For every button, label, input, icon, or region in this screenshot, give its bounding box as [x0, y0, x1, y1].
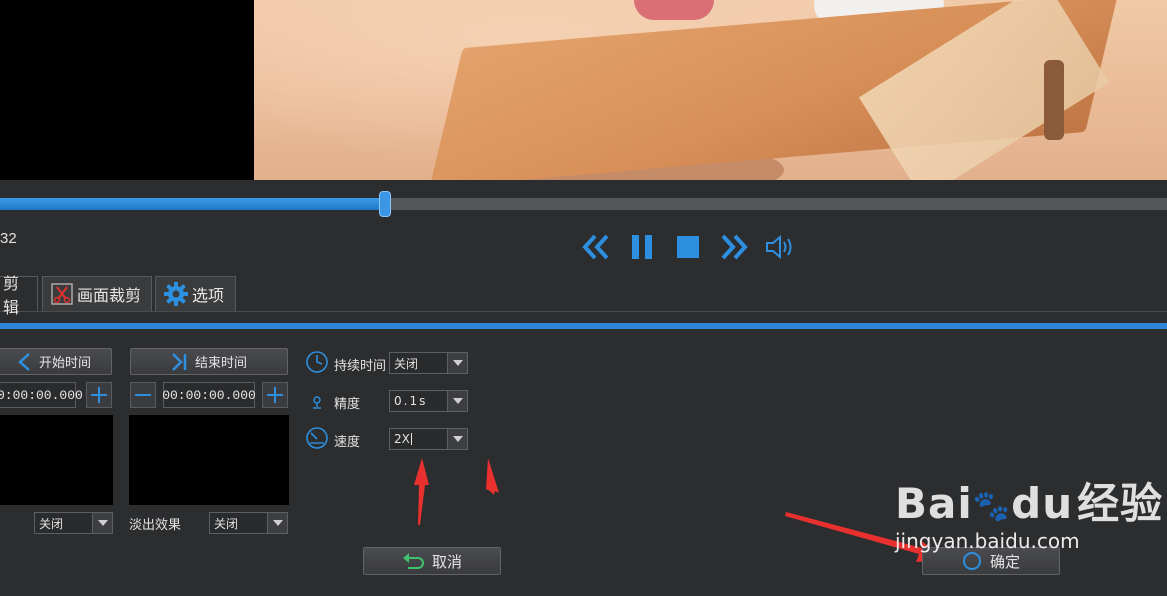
volume-button[interactable]: [764, 230, 796, 264]
cancel-button[interactable]: 取消: [363, 547, 501, 575]
tab-crop-label: 画面裁剪: [77, 286, 142, 305]
rewind-button[interactable]: [580, 230, 612, 264]
speed-value: 2X: [394, 432, 410, 446]
stop-icon: [677, 236, 699, 258]
check-icon: [962, 552, 981, 570]
speedometer-icon: [306, 427, 328, 449]
watermark-logo: Bai🐾du经验: [895, 479, 1164, 528]
start-time-increment-button[interactable]: [86, 382, 112, 408]
start-frame-preview: [0, 415, 113, 505]
duration-select[interactable]: 关闭: [389, 352, 468, 374]
fast-forward-button[interactable]: [718, 230, 750, 264]
chevron-down-icon: [447, 353, 467, 373]
fade-in-value: 关闭: [39, 516, 64, 531]
chevron-down-icon: [267, 513, 287, 533]
duration-value: 关闭: [394, 356, 419, 371]
end-time-increment-button[interactable]: [262, 382, 288, 408]
precision-value: 0.1s: [394, 394, 428, 408]
rewind-icon: [582, 234, 609, 260]
fade-out-label: 淡出效果: [129, 518, 182, 533]
fade-out-value: 关闭: [214, 516, 239, 531]
cancel-button-label: 取消: [431, 552, 462, 571]
current-time: 32: [0, 230, 17, 247]
end-time-button-label: 结束时间: [194, 356, 247, 371]
playback-controls: [580, 230, 796, 264]
annotation-arrows: [414, 458, 499, 525]
tab-trim-label: 剪辑: [3, 274, 20, 317]
chevron-left-icon: [18, 352, 30, 371]
chevron-down-icon: [92, 513, 112, 533]
duration-label: 持续时间: [334, 359, 387, 374]
end-time-field[interactable]: 00:00:00.000: [162, 382, 256, 408]
minus-icon: [135, 394, 151, 396]
gear-icon: [164, 282, 188, 306]
tab-crop[interactable]: 画面裁剪: [42, 276, 152, 311]
baidu-watermark: Bai🐾du经验 jingyan.baidu.com: [895, 470, 1163, 553]
tab-bar: 剪辑 画面裁剪 选项: [0, 274, 1167, 317]
text-cursor: [410, 433, 412, 445]
pause-icon: [632, 235, 652, 259]
tab-options-label: 选项: [192, 286, 225, 305]
video-preview: [254, 0, 1167, 180]
skip-end-icon: [172, 352, 187, 371]
seek-handle[interactable]: [379, 191, 391, 217]
video-editor-window: 32 剪辑 画面裁剪 选项 开始时间 0:00:00.000 关闭 结束时间 0…: [0, 0, 1167, 596]
plus-icon: [267, 387, 283, 403]
fade-in-select[interactable]: 关闭: [34, 512, 113, 534]
tab-accent-strip: [0, 323, 1167, 329]
speed-label: 速度: [334, 435, 361, 450]
stop-button[interactable]: [672, 230, 704, 264]
precision-select[interactable]: 0.1s: [389, 390, 468, 412]
end-time-decrement-button[interactable]: [130, 382, 156, 408]
crop-icon: [51, 283, 73, 305]
start-time-button[interactable]: 开始时间: [0, 348, 112, 375]
plus-icon: [91, 387, 107, 403]
precision-label: 精度: [334, 397, 361, 412]
undo-icon: [402, 553, 424, 569]
tab-options[interactable]: 选项: [155, 276, 236, 311]
start-time-button-label: 开始时间: [38, 356, 91, 371]
precision-icon: [313, 396, 321, 409]
speed-select[interactable]: 2X: [389, 428, 468, 450]
tab-trim[interactable]: 剪辑: [0, 274, 38, 317]
fast-forward-icon: [721, 234, 748, 260]
watermark-url: jingyan.baidu.com: [895, 529, 1080, 553]
fade-out-select[interactable]: 关闭: [209, 512, 288, 534]
seek-bar-progress: [0, 198, 385, 210]
chevron-down-icon: [447, 429, 467, 449]
chevron-down-icon: [447, 391, 467, 411]
pause-button[interactable]: [626, 230, 658, 264]
start-time-field[interactable]: 00:00:00.000: [0, 382, 83, 408]
clock-icon: [306, 351, 328, 373]
paw-icon: 🐾: [972, 489, 1012, 524]
volume-icon: [766, 234, 792, 260]
end-frame-preview: [129, 415, 289, 505]
video-letterbox: [0, 0, 254, 180]
confirm-button-label: 确定: [989, 552, 1020, 571]
end-time-button[interactable]: 结束时间: [130, 348, 288, 375]
